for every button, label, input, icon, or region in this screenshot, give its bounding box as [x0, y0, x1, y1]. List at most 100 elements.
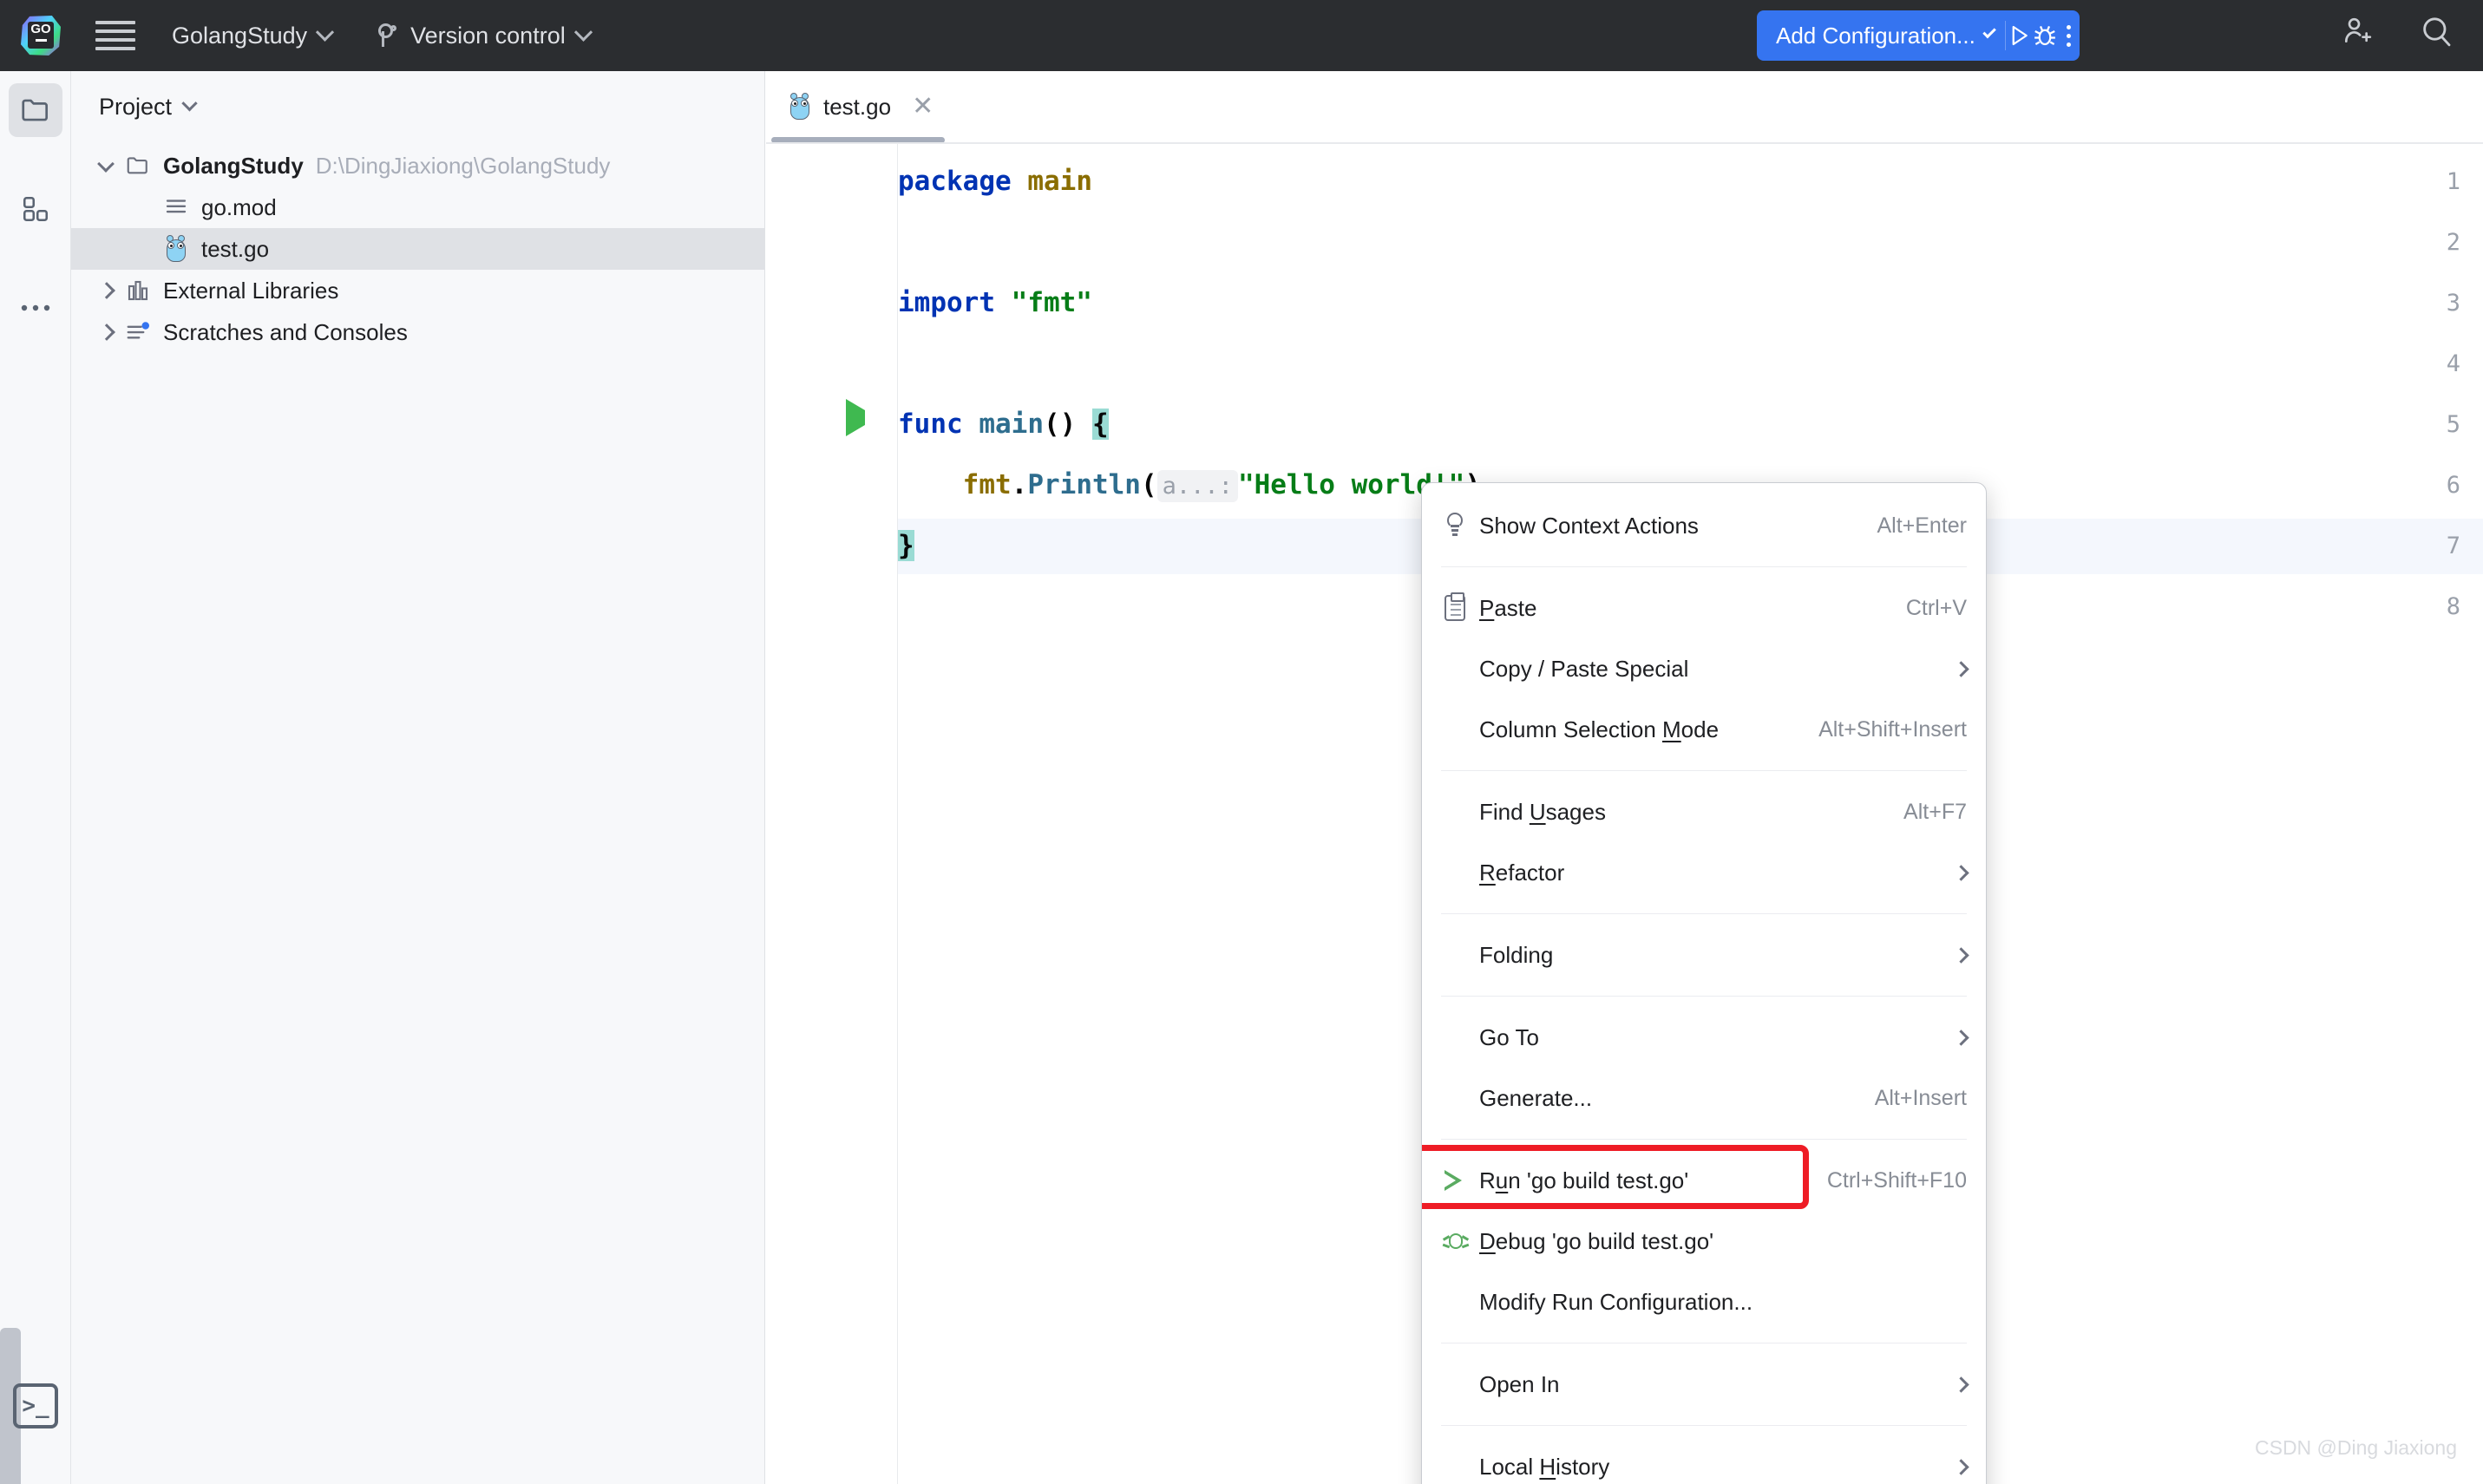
- tree-item-icon: [123, 276, 153, 305]
- blocks-icon: [23, 196, 48, 222]
- code-token: (): [1043, 409, 1077, 440]
- menu-item[interactable]: Modify Run Configuration...: [1422, 1272, 1986, 1332]
- watermark: CSDN @Ding Jiaxiong: [2255, 1436, 2457, 1459]
- code-token: }: [898, 530, 914, 561]
- code-token: (: [1140, 469, 1157, 500]
- go-file-icon: [789, 93, 811, 121]
- menu-item[interactable]: Refactor: [1422, 842, 1986, 903]
- version-control-button[interactable]: Version control: [378, 23, 593, 49]
- terminal-icon: >_: [13, 1383, 58, 1428]
- code-token: main: [1027, 166, 1092, 197]
- run-play-icon: [1445, 1170, 1462, 1191]
- terminal-glyph: >_: [22, 1393, 49, 1419]
- chevron-right-icon: [1953, 864, 1969, 881]
- tree-item-path: D:\DingJiaxiong\GolangStudy: [315, 152, 611, 179]
- sidebar-item-more[interactable]: [9, 281, 62, 335]
- menu-item[interactable]: Generate... Alt+Insert: [1422, 1068, 1986, 1128]
- library-icon: [128, 280, 148, 301]
- tab-test-go[interactable]: test.go ✕: [766, 71, 956, 142]
- menu-item[interactable]: Show Context Actions Alt+Enter: [1422, 495, 1986, 556]
- menu-item-label: Refactor: [1479, 859, 1565, 886]
- chevron-right-icon: [1953, 660, 1969, 677]
- menu-item-icon: [1442, 1230, 1479, 1252]
- chevron-down-icon[interactable]: [97, 156, 116, 175]
- account-add-glyph: [2344, 17, 2372, 43]
- sidebar-item-structure[interactable]: [9, 182, 62, 236]
- scratches-icon: [127, 322, 149, 339]
- tree-item[interactable]: go.mod: [71, 186, 764, 228]
- chevron-down-icon: [1982, 24, 1996, 39]
- line-number: 6: [2446, 472, 2460, 499]
- menu-item[interactable]: Column Selection Mode Alt+Shift+Insert: [1422, 699, 1986, 760]
- run-play-glyph: [846, 399, 865, 436]
- hamburger-menu-icon[interactable]: [95, 18, 135, 53]
- chevron-down-icon: [181, 95, 198, 112]
- menu-item-label: Folding: [1479, 941, 1554, 968]
- tree-item[interactable]: test.go: [71, 228, 764, 270]
- menu-item[interactable]: Folding: [1422, 925, 1986, 985]
- logo-text: GO: [30, 22, 51, 36]
- project-tool-window: Project GolangStudy D:\DingJiaxiong\Golan…: [71, 71, 765, 1484]
- menu-item-icon: [1445, 513, 1479, 539]
- close-icon[interactable]: ✕: [912, 94, 934, 120]
- terminal-tool-window[interactable]: >_: [0, 1383, 71, 1428]
- menu-separator: [1441, 770, 1967, 771]
- tree-item[interactable]: External Libraries: [71, 270, 764, 311]
- menu-item[interactable]: Local History: [1422, 1436, 1986, 1484]
- menu-item-label: Debug 'go build test.go': [1479, 1227, 1714, 1254]
- menu-item-label: Find Usages: [1479, 798, 1606, 825]
- code-line: fmt.Println(a...:"Hello world!"): [898, 469, 1481, 502]
- project-panel-header[interactable]: Project: [71, 71, 764, 121]
- run-gutter-icon[interactable]: [846, 399, 865, 436]
- titlebar-right-icons: [2336, 10, 2457, 52]
- menu-item[interactable]: Open In: [1422, 1354, 1986, 1415]
- code-token: main: [979, 409, 1044, 440]
- menu-item[interactable]: Run 'go build test.go' Ctrl+Shift+F10: [1422, 1145, 1986, 1211]
- tree-item[interactable]: Scratches and Consoles: [71, 311, 764, 353]
- menu-item-label: Modify Run Configuration...: [1479, 1288, 1753, 1315]
- menu-item[interactable]: Debug 'go build test.go': [1422, 1211, 1986, 1272]
- menu-item[interactable]: Find Usages Alt+F7: [1422, 781, 1986, 842]
- chevron-down-icon: [316, 23, 335, 42]
- tree-item-label: test.go: [201, 235, 270, 262]
- line-number: 3: [2446, 290, 2460, 317]
- kebab-more-icon[interactable]: [2058, 14, 2080, 57]
- search-icon[interactable]: [2415, 10, 2457, 52]
- menu-item[interactable]: Go To: [1422, 1007, 1986, 1068]
- menu-item[interactable]: Paste Ctrl+V: [1422, 578, 1986, 638]
- tab-label: test.go: [823, 93, 892, 120]
- code-line: }: [898, 530, 914, 561]
- menu-item-label: Open In: [1479, 1370, 1560, 1397]
- parameter-hint: a...:: [1156, 470, 1238, 502]
- tree-item-icon: [161, 193, 191, 222]
- menu-item-icon: [1445, 1170, 1479, 1191]
- run-configuration-widget[interactable]: Add Configuration...: [1757, 10, 2080, 61]
- run-play-glyph: [2012, 25, 2028, 46]
- menu-item-label: Paste: [1479, 594, 1537, 621]
- tree-item[interactable]: GolangStudy D:\DingJiaxiong\GolangStudy: [71, 145, 764, 186]
- menu-item-label: Go To: [1479, 1023, 1539, 1050]
- tree-item-icon: [123, 317, 153, 347]
- chevron-right-icon[interactable]: [97, 323, 116, 342]
- line-number: 4: [2446, 350, 2460, 377]
- chevron-down-icon: [573, 23, 593, 42]
- search-glyph: [2423, 17, 2451, 47]
- code-token: import: [898, 287, 995, 318]
- debug-bug-icon[interactable]: [2032, 14, 2058, 57]
- menu-separator: [1441, 1139, 1967, 1140]
- code-line: func main() {: [898, 409, 1109, 440]
- chevron-right-icon[interactable]: [97, 281, 116, 300]
- branch-icon: [378, 23, 399, 48]
- run-play-icon[interactable]: [2006, 14, 2032, 57]
- menu-item-shortcut: Alt+Enter: [1877, 513, 1967, 538]
- chevron-right-icon: [1953, 1458, 1969, 1475]
- menu-item[interactable]: Copy / Paste Special: [1422, 638, 1986, 699]
- account-add-icon[interactable]: [2336, 10, 2377, 52]
- editor-context-menu[interactable]: Show Context Actions Alt+Enter Paste Ctrl+V…: [1421, 482, 1987, 1484]
- project-name-button[interactable]: GolangStudy: [172, 23, 335, 49]
- sidebar-item-project[interactable]: [8, 83, 62, 137]
- editor-tab-bar: test.go ✕: [766, 71, 2483, 144]
- menu-item-label: Copy / Paste Special: [1479, 655, 1689, 682]
